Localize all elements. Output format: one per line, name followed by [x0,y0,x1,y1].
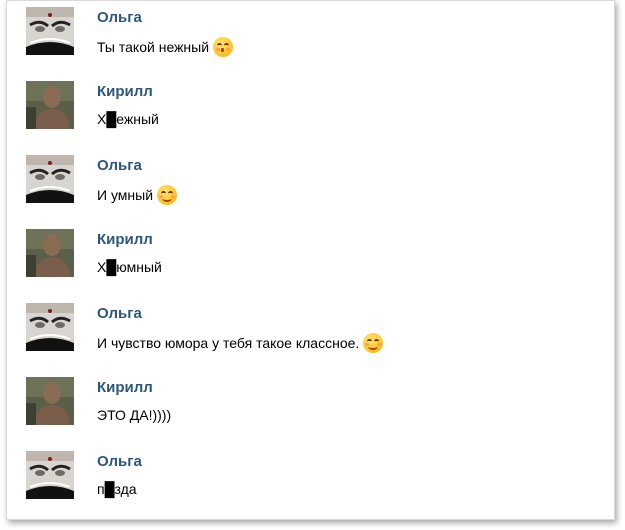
avatar[interactable] [26,7,74,55]
message: Ольга п█зда [7,441,607,515]
message-text-row: И умный [97,185,178,205]
message-text: И чувство юмора у тебя такое классное. [97,335,360,351]
message: Ольга И чувство юмора у тебя такое класс… [7,293,607,367]
kissing-face-icon [213,37,234,57]
author-name[interactable]: Ольга [97,453,142,470]
woman-face-avatar-icon [26,303,74,351]
smiling-face-icon [363,333,384,353]
man-photo-avatar-icon [26,377,74,425]
avatar[interactable] [26,377,74,425]
avatar[interactable] [26,229,74,277]
message-text-row: Х█юмный [97,259,162,275]
author-name[interactable]: Ольга [97,157,142,174]
message-text-row: ЭТО ДА!)))) [97,407,171,423]
message-text: Х█юмный [97,259,162,275]
message-text-row: Х█ежный [97,111,159,127]
message: Кирилл ЭТО ДА!)))) [7,367,607,441]
woman-face-avatar-icon [26,155,74,203]
message-text-row: И чувство юмора у тебя такое классное. [97,333,384,353]
woman-face-avatar-icon [26,7,74,55]
author-name[interactable]: Кирилл [97,83,153,100]
message-text: Х█ежный [97,111,159,127]
author-name[interactable]: Кирилл [97,379,153,396]
message: Кирилл Х█юмный [7,219,607,293]
author-name[interactable]: Ольга [97,9,142,26]
message: Кирилл Х█ежный [7,71,607,145]
author-name[interactable]: Ольга [97,305,142,322]
woman-face-avatar-icon [26,451,74,499]
man-photo-avatar-icon [26,81,74,129]
author-name[interactable]: Кирилл [97,231,153,248]
message-text-row: Ты такой нежный [97,37,234,57]
message-text: п█зда [97,481,137,497]
man-photo-avatar-icon [26,229,74,277]
avatar[interactable] [26,81,74,129]
avatar[interactable] [26,155,74,203]
message: Ольга Ты такой нежный [7,1,607,71]
message: Ольга И умный [7,145,607,219]
message-text-row: п█зда [97,481,137,497]
avatar[interactable] [26,303,74,351]
chat-window: Ольга Ты такой нежный Кирилл Х█ежный Оль… [6,0,615,520]
message-text: Ты такой нежный [97,39,210,55]
message-text: ЭТО ДА!)))) [97,407,172,423]
smiling-face-icon [157,185,178,205]
avatar[interactable] [26,451,74,499]
message-text: И умный [97,187,154,203]
